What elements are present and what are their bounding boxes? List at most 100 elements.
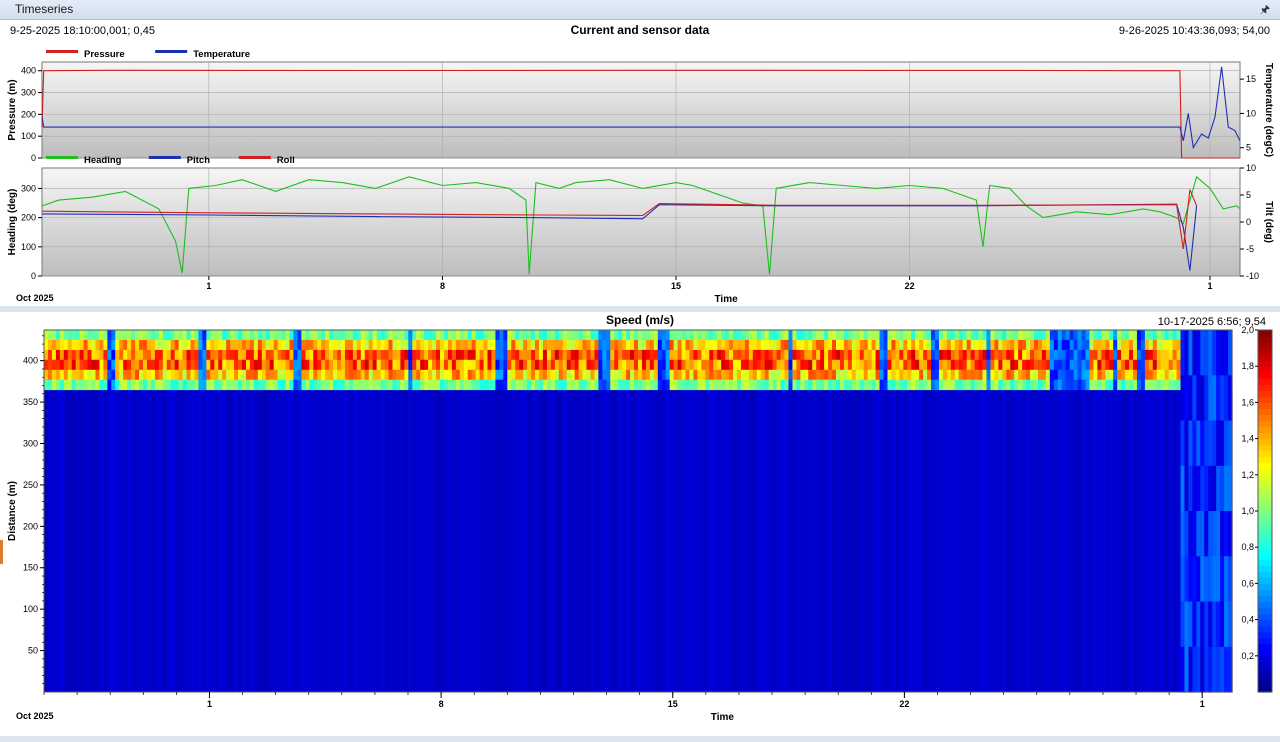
speed-cell	[764, 349, 770, 361]
speed-cell	[1192, 646, 1197, 693]
speed-cell	[257, 379, 263, 391]
speed-cell	[297, 330, 302, 341]
speed-cell	[780, 379, 786, 391]
speed-cell	[847, 330, 853, 341]
speed-cell	[230, 379, 235, 391]
speed-cell	[907, 379, 912, 391]
speed-cell	[1089, 379, 1094, 391]
speed-cell	[356, 389, 362, 692]
speed-cell	[780, 330, 786, 341]
speed-cell	[994, 349, 999, 361]
speed-cell	[602, 330, 607, 341]
speed-cell	[495, 369, 500, 381]
speed-cell	[527, 339, 532, 351]
speed-cell	[935, 330, 940, 341]
speed-cell	[606, 369, 611, 381]
speed-cell	[1085, 389, 1091, 692]
speed-cell	[1034, 379, 1039, 391]
speed-cell	[178, 379, 184, 391]
speed-cell	[804, 369, 809, 381]
speed-cell	[582, 339, 588, 351]
speed-cell	[238, 349, 243, 361]
speed-cell	[71, 379, 77, 391]
speed-cell	[614, 349, 619, 361]
speed-cell	[1061, 339, 1067, 351]
speed-cell	[1200, 420, 1205, 467]
speed-cell	[158, 389, 164, 692]
speed-panel: Speed (m/s) 10-17-2025 6:56; 9,54 50 100 1…	[4, 312, 1276, 736]
speed-cell	[986, 349, 992, 361]
speed-cell	[337, 330, 342, 341]
speed-cell	[792, 379, 797, 391]
speed-cell	[416, 379, 421, 391]
speed-cell	[812, 349, 817, 361]
colorbar-segment	[1258, 649, 1272, 657]
speed-cell	[257, 369, 263, 381]
speed-cell	[851, 339, 857, 351]
speed-cell	[772, 330, 778, 341]
speed-cell	[230, 369, 235, 381]
speed-cell	[1180, 420, 1186, 467]
speed-cell	[1085, 359, 1091, 371]
speed-cell	[158, 359, 164, 371]
speed-cell	[558, 339, 564, 351]
speed-cell	[574, 389, 580, 692]
speed-cell	[59, 349, 65, 361]
speed-cell	[214, 339, 219, 351]
colorbar-segment	[1258, 450, 1272, 458]
speed-cell	[372, 389, 378, 692]
speed-cell	[772, 369, 778, 381]
speed-cell	[780, 369, 786, 381]
speed-cell	[135, 349, 140, 361]
speed-cell	[1093, 359, 1098, 371]
speed-cell	[1196, 646, 1201, 693]
colorbar-segment	[1258, 673, 1272, 681]
speed-cell	[1041, 369, 1047, 381]
speed-chart[interactable]: 50100150200250300350400Distance (m)1 8 15 2…	[4, 312, 1276, 736]
speed-cell	[1125, 330, 1130, 341]
speed-cell	[681, 389, 687, 692]
speed-cell	[1049, 339, 1055, 351]
speed-cell	[123, 339, 128, 351]
speed-cell	[942, 349, 948, 361]
speed-cell	[321, 359, 326, 371]
pin-icon[interactable]: 🖈	[1260, 1, 1270, 20]
speed-cell	[154, 369, 160, 381]
speed-cell	[364, 349, 370, 361]
colorbar-segment	[1258, 517, 1272, 524]
speed-cell	[1164, 389, 1170, 692]
speed-cell	[83, 389, 89, 692]
speed-cell	[1220, 465, 1225, 512]
speed-cell	[539, 389, 544, 692]
speed-cell	[681, 349, 687, 361]
speed-cell	[780, 349, 786, 361]
speed-cell	[1220, 420, 1225, 467]
speed-cell	[1176, 379, 1182, 391]
sensor-chart[interactable]: 010020030040051015Pressure TemperaturePre…	[4, 22, 1276, 306]
speed-cell	[570, 389, 576, 692]
speed-cell	[325, 379, 330, 391]
speed-cell	[970, 339, 976, 351]
speed-cell	[1133, 330, 1138, 341]
speed-cell	[143, 369, 148, 381]
speed-cell	[174, 339, 180, 351]
speed-cell	[859, 330, 865, 341]
speed-cell	[222, 339, 227, 351]
speed-cell	[590, 389, 596, 692]
speed-cell	[103, 339, 108, 351]
speed-cell	[550, 339, 556, 351]
speed-cell	[622, 389, 627, 692]
speed-cell	[269, 389, 275, 692]
speed-cell	[59, 369, 65, 381]
speed-cell	[364, 379, 370, 391]
speed-cell	[602, 339, 607, 351]
distance-ytick-label: 400	[23, 356, 38, 366]
speed-cell	[610, 330, 615, 341]
speed-cell	[515, 389, 520, 692]
speed-cell	[245, 389, 251, 692]
speed-cell	[1037, 339, 1043, 351]
speed-cell	[408, 359, 413, 371]
speed-cell	[966, 330, 972, 341]
splitter-handle[interactable]	[0, 540, 3, 564]
speed-cell	[329, 330, 334, 341]
